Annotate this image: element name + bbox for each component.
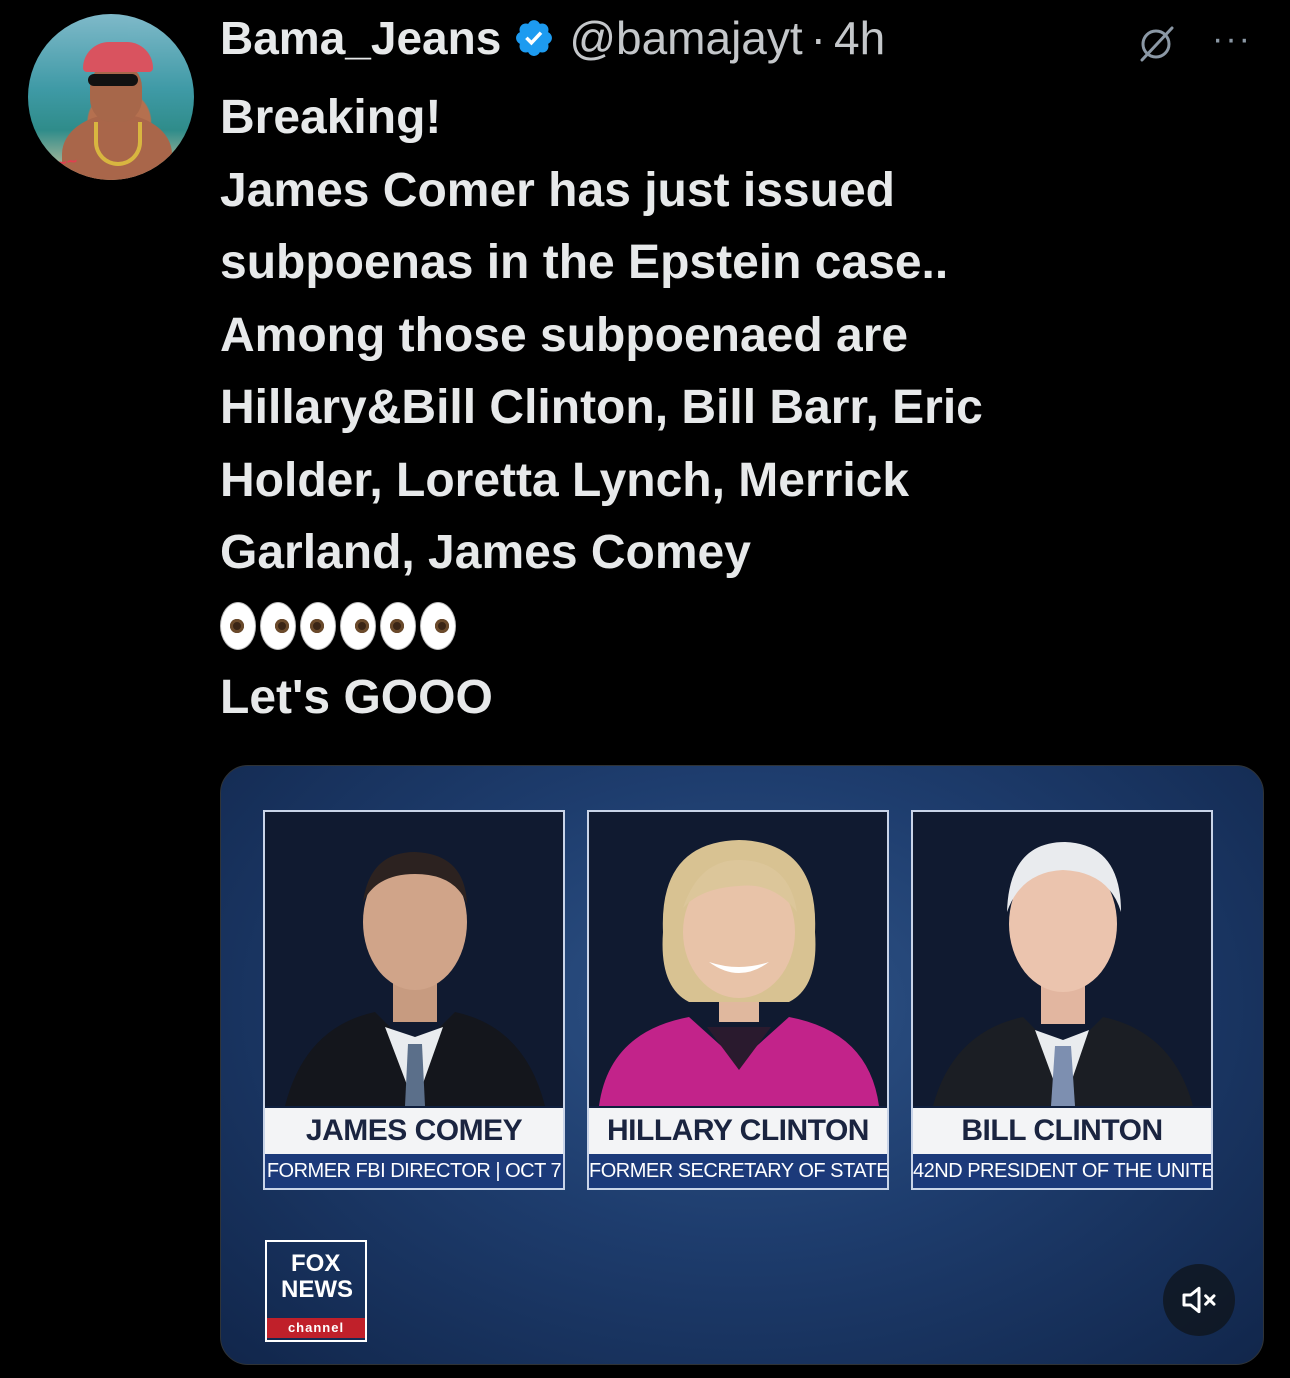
text-line: Garland, James Comey <box>220 526 751 579</box>
eye-icon <box>220 601 256 650</box>
portrait-photo <box>913 812 1211 1106</box>
card-name: JAMES COMEY <box>265 1108 563 1154</box>
speaker-muted-icon <box>1182 1286 1216 1314</box>
text-line: subpoenas in the Epstein case.. <box>220 236 949 289</box>
card-subtitle: FORMER SECRETARY OF STATE | OCT 9 <box>589 1154 887 1188</box>
text-line: Breaking! <box>220 91 442 144</box>
avatar-face <box>90 64 142 122</box>
separator-dot: · <box>810 12 826 64</box>
eye-icon <box>260 601 296 650</box>
portrait-photo <box>589 812 887 1106</box>
card-hillary-clinton: HILLARY CLINTON FORMER SECRETARY OF STAT… <box>587 810 889 1190</box>
video-player[interactable]: JAMES COMEY FORMER FBI DIRECTOR | OCT 7 … <box>220 765 1264 1365</box>
text-line: Holder, Loretta Lynch, Merrick <box>220 453 910 507</box>
card-bill-clinton: BILL CLINTON 42ND PRESIDENT OF THE UNITE… <box>911 810 1213 1190</box>
more-options-icon[interactable]: ··· <box>1212 20 1252 59</box>
fox-news-logo: FOX NEWS channel <box>265 1240 367 1342</box>
text-line: Among those subpoenaed are <box>220 308 909 362</box>
card-name: HILLARY CLINTON <box>589 1108 887 1154</box>
portrait-photo <box>265 812 563 1106</box>
card-subtitle: FORMER FBI DIRECTOR | OCT 7 <box>265 1154 563 1188</box>
eyes-emoji <box>220 590 1240 662</box>
eye-icon <box>300 601 336 650</box>
eye-icon <box>420 601 456 650</box>
grok-icon[interactable] <box>1134 22 1178 66</box>
logo-line: FOX <box>291 1250 341 1277</box>
mute-button[interactable] <box>1163 1264 1235 1336</box>
tweet-header: Bama_Jeans @bamajayt · 4h <box>220 8 885 68</box>
eye-icon <box>380 601 416 650</box>
text-line: Hillary&Bill Clinton, Bill Barr, Eric <box>220 381 983 434</box>
logo-line: channel <box>267 1318 365 1338</box>
avatar-sunglasses <box>88 74 138 86</box>
avatar[interactable]: ~~ <box>28 14 194 180</box>
eye-icon <box>340 601 376 650</box>
card-james-comey: JAMES COMEY FORMER FBI DIRECTOR | OCT 7 <box>263 810 565 1190</box>
text-line: James Comer has just issued <box>220 163 895 217</box>
avatar-cap <box>83 42 153 72</box>
avatar-signature: ~~ <box>54 150 79 174</box>
author-name[interactable]: Bama_Jeans <box>220 11 501 65</box>
card-name: BILL CLINTON <box>913 1108 1211 1154</box>
logo-line: NEWS <box>281 1276 353 1303</box>
timestamp[interactable]: 4h <box>834 11 885 65</box>
tweet-text: Breaking! James Comer has just issued su… <box>220 82 1240 734</box>
card-subtitle: 42ND PRESIDENT OF THE UNITED STATES | OC… <box>913 1154 1211 1188</box>
text-line: Let's GOOO <box>220 670 493 724</box>
verified-badge-icon <box>516 20 553 56</box>
author-handle[interactable]: @bamajayt <box>569 11 802 65</box>
